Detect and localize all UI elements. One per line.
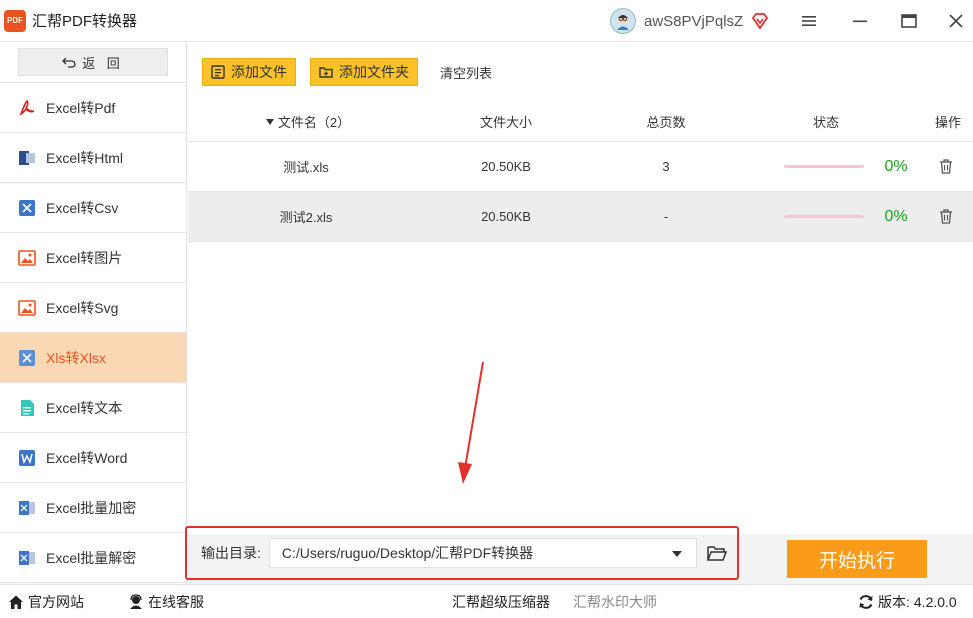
output-label: 输出目录: [201,545,261,561]
sidebar-item-label: Excel转图片 [46,249,123,266]
watermark-link[interactable]: 汇帮水印大师 [573,585,657,618]
add-folder-icon [319,67,333,78]
output-path: C:/Users/ruguo/Desktop/汇帮PDF转换器 [281,545,534,561]
sidebar-item-excel-to-image[interactable]: Excel转图片 [0,233,186,283]
clear-list-button[interactable]: 清空列表 [440,63,492,82]
open-folder-icon[interactable] [707,544,727,562]
user-area[interactable]: awS8PVjPqlsZ [610,8,769,34]
chevron-down-icon [671,551,682,557]
sidebar: 返 回 Excel转Pdf Excel转Html Excel转Csv Excel… [0,42,187,584]
add-file-icon [211,65,225,79]
compressor-link[interactable]: 汇帮超级压缩器 [452,585,550,618]
sidebar-item-label: Excel转Svg [46,299,119,316]
sidebar-item-label: Excel批量加密 [46,499,137,516]
support-icon [130,594,142,609]
title-bar: PDF 汇帮PDF转换器 awS8PVjPqlsZ [0,0,973,42]
text-file-icon [18,399,36,417]
image-icon [18,249,36,267]
column-header-action: 操作 [934,115,961,130]
column-header-pages: 总页数 [646,115,686,130]
sidebar-item-excel-batch-encrypt[interactable]: Excel批量加密 [0,483,186,533]
vip-diamond-icon[interactable] [751,12,769,30]
sidebar-item-excel-to-csv[interactable]: Excel转Csv [0,183,186,233]
delete-button[interactable] [936,192,956,241]
add-file-label: 添加文件 [231,64,287,80]
page-count: - [663,209,669,224]
excel-icon [18,199,36,217]
sidebar-item-excel-to-pdf[interactable]: Excel转Pdf [0,83,186,133]
sidebar-item-label: Excel转文本 [46,399,123,416]
progress-bar [784,142,864,191]
close-icon[interactable] [945,10,967,32]
sidebar-item-excel-to-svg[interactable]: Excel转Svg [0,283,186,333]
refresh-icon [859,595,873,609]
sidebar-item-excel-to-text[interactable]: Excel转文本 [0,383,186,433]
progress-bar [784,192,864,241]
annotation-arrow-icon [458,361,484,484]
delete-button[interactable] [936,142,956,191]
back-area: 返 回 [0,42,186,83]
username: awS8PVjPqlsZ [644,12,744,30]
column-header-filename-label: 文件名（2） [277,115,351,130]
file-size: 20.50KB [481,209,531,224]
page-count: 3 [662,159,670,174]
column-header-size: 文件大小 [479,115,532,130]
image-icon [18,299,36,317]
sidebar-item-excel-to-word[interactable]: Excel转Word [0,433,186,483]
add-folder-button[interactable]: 添加文件夹 [310,58,418,86]
sidebar-item-label: Excel转Pdf [46,99,116,116]
online-support-label: 在线客服 [148,594,204,610]
sidebar-item-label: Excel转Csv [46,199,119,216]
table-header: 文件名（2） 文件大小 总页数 状态 操作 [188,102,973,142]
html-icon [18,149,36,167]
output-directory-section: 输出目录: C:/Users/ruguo/Desktop/汇帮PDF转换器 [185,526,739,580]
app-logo-icon: PDF [4,9,26,32]
column-header-status: 状态 [812,115,839,130]
sidebar-item-excel-batch-decrypt[interactable]: Excel批量解密 [0,533,186,583]
sidebar-item-label: Excel转Word [46,449,128,466]
excel-icon [18,349,36,367]
official-website-label: 官方网站 [28,594,84,610]
official-website-link[interactable]: 官方网站 [8,585,84,618]
sidebar-item-excel-to-html[interactable]: Excel转Html [0,133,186,183]
word-icon [18,449,36,467]
file-name: 测试.xls [283,160,329,175]
output-path-select[interactable]: C:/Users/ruguo/Desktop/汇帮PDF转换器 [268,538,697,568]
table-row[interactable]: 测试.xls 20.50KB 3 0% [188,142,973,192]
excel-unlock-icon [18,549,36,567]
maximize-icon[interactable] [898,10,920,32]
back-label: 返 回 [82,55,124,71]
sidebar-item-xls-to-xlsx[interactable]: Xls转Xlsx [0,333,186,383]
column-header-filename[interactable]: 文件名（2） [248,102,368,141]
table-row[interactable]: 测试2.xls 20.50KB - 0% [188,192,973,242]
start-button[interactable]: 开始执行 [787,540,927,578]
trash-icon [940,159,952,174]
progress-percent: 0% [884,207,908,225]
app-title: 汇帮PDF转换器 [32,13,138,30]
add-folder-label: 添加文件夹 [339,64,409,80]
sidebar-item-label: Excel批量解密 [46,549,137,566]
menu-icon[interactable] [798,10,820,32]
file-name: 测试2.xls [279,210,333,225]
footer: 官方网站 在线客服 汇帮超级压缩器 汇帮水印大师 版本: 4.2.0.0 [0,584,973,618]
version-number: 4.2.0.0 [913,594,957,610]
online-support-link[interactable]: 在线客服 [128,585,204,618]
progress-percent: 0% [884,157,908,175]
back-button[interactable]: 返 回 [18,48,168,76]
sidebar-item-label: Excel转Html [46,149,124,166]
sort-down-icon [265,118,274,125]
sidebar-item-label: Xls转Xlsx [46,349,106,366]
home-icon [9,595,23,609]
back-arrow-icon [62,57,76,68]
version-label: 版本: [878,594,910,610]
file-size: 20.50KB [481,159,531,174]
avatar[interactable] [610,8,636,34]
toolbar: 添加文件 添加文件夹 清空列表 [188,42,973,102]
add-file-button[interactable]: 添加文件 [202,58,296,86]
minimize-icon[interactable] [849,10,871,32]
pdf-icon [18,99,36,117]
version-info[interactable]: 版本: 4.2.0.0 [858,585,957,618]
trash-icon [940,209,952,224]
excel-lock-icon [18,499,36,517]
